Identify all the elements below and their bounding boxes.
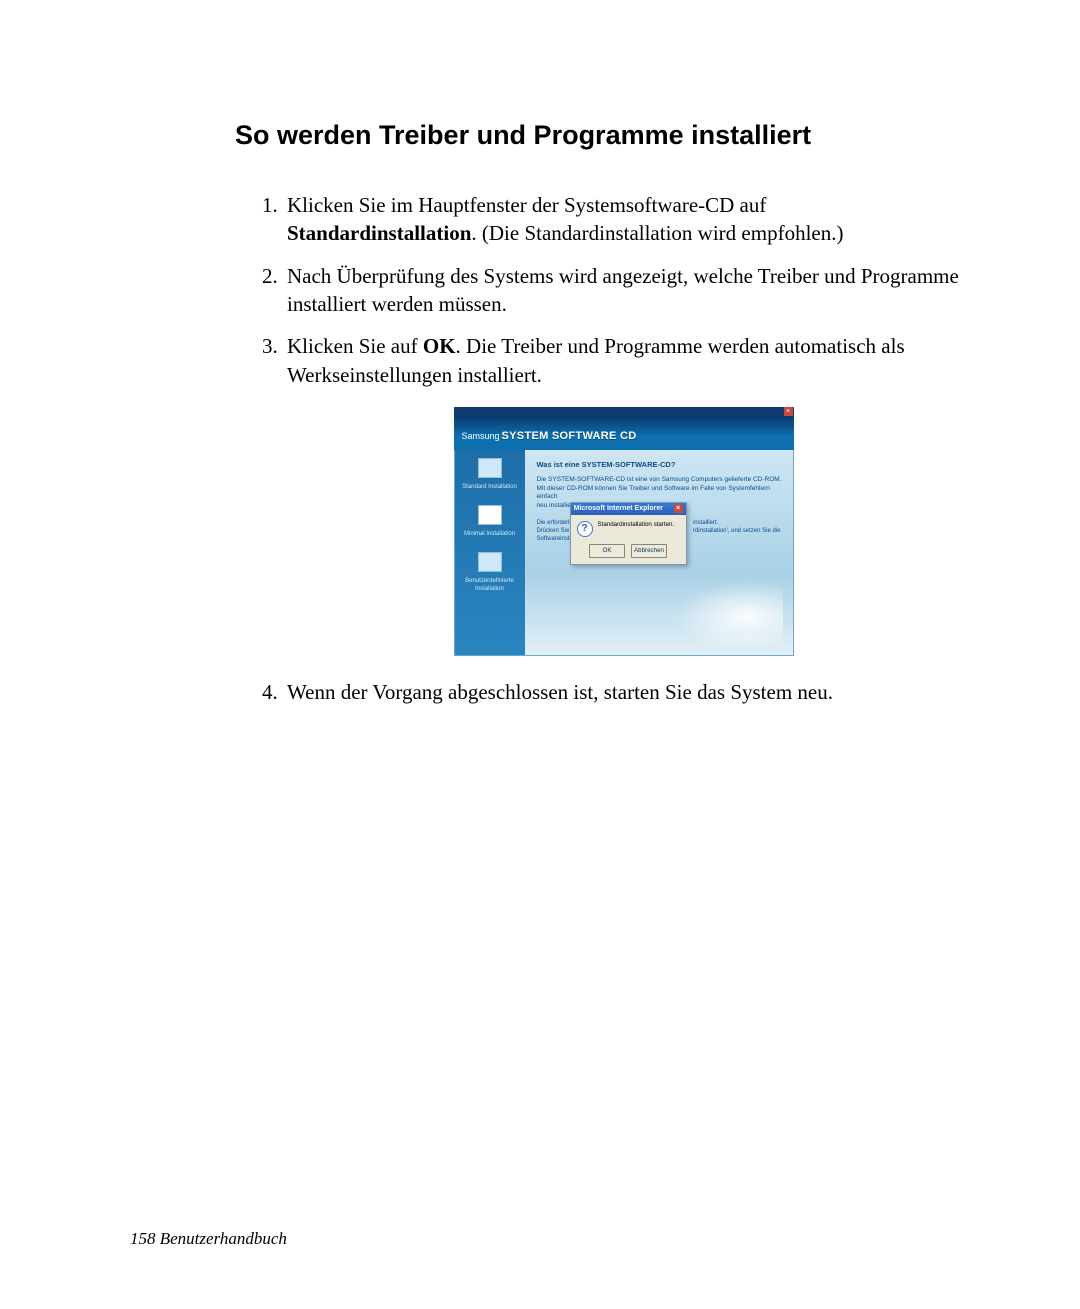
cancel-button[interactable]: Abbrechen xyxy=(631,544,667,558)
manual-page: So werden Treiber und Programme installi… xyxy=(0,0,1080,1309)
installer-body: Standard Installation Minimal Installati… xyxy=(454,450,794,656)
step-2: Nach Überprüfung des Systems wird angeze… xyxy=(283,262,960,319)
step-1-text-b: . (Die Standardinstallation wird empfohl… xyxy=(471,221,843,245)
sidebar-label-custom: Benutzerdefinierte Installation xyxy=(459,577,521,593)
brand-title: SYSTEM SOFTWARE CD xyxy=(502,429,637,444)
sidebar-item-standard[interactable]: Standard Installation xyxy=(459,458,521,491)
dialog-title-text: Microsoft Internet Explorer xyxy=(574,504,663,513)
dialog-close-icon[interactable]: × xyxy=(674,504,683,513)
step-3-text-a: Klicken Sie auf xyxy=(287,334,423,358)
main-desc-1: Die SYSTEM-SOFTWARE-CD ist eine von Sams… xyxy=(537,476,783,484)
embedded-screenshot: × Samsung SYSTEM SOFTWARE CD Standard In… xyxy=(287,407,960,656)
step-1-bold: Standardinstallation xyxy=(287,221,471,245)
step-1: Klicken Sie im Hauptfenster der Systemso… xyxy=(283,191,960,248)
step-4: Wenn der Vorgang abgeschlossen ist, star… xyxy=(283,678,960,706)
main-question: Was ist eine SYSTEM-SOFTWARE-CD? xyxy=(537,460,783,470)
installer-window: × Samsung SYSTEM SOFTWARE CD Standard In… xyxy=(454,407,794,656)
ok-button[interactable]: OK xyxy=(589,544,625,558)
minimal-install-icon xyxy=(478,505,502,525)
section-heading: So werden Treiber und Programme installi… xyxy=(235,120,960,151)
truncated-text-right: installiert. rdinstallation', und setzen… xyxy=(693,520,781,536)
right-cut-2: rdinstallation', und setzen Sie die xyxy=(693,528,781,536)
instruction-list: Klicken Sie im Hauptfenster der Systemso… xyxy=(235,191,960,706)
dialog-message: Standardinstallation starten. xyxy=(598,521,675,529)
dialog-button-row: OK Abbrechen xyxy=(571,541,686,564)
sidebar-item-custom[interactable]: Benutzerdefinierte Installation xyxy=(459,552,521,593)
confirm-dialog: Microsoft Internet Explorer × ? Standard… xyxy=(570,502,687,564)
right-cut-1: installiert. xyxy=(693,520,781,528)
brand-small: Samsung xyxy=(462,430,500,442)
question-icon: ? xyxy=(577,521,593,537)
step-1-text-a: Klicken Sie im Hauptfenster der Systemso… xyxy=(287,193,766,217)
step-3-bold: OK xyxy=(423,334,456,358)
installer-header: Samsung SYSTEM SOFTWARE CD xyxy=(454,416,794,450)
cd-reflection-icon xyxy=(663,575,783,645)
sidebar-label-minimal: Minimal Installation xyxy=(459,530,521,538)
close-icon[interactable]: × xyxy=(784,407,793,416)
installer-sidebar: Standard Installation Minimal Installati… xyxy=(455,450,525,655)
standard-install-icon xyxy=(478,458,502,478)
sidebar-label-standard: Standard Installation xyxy=(459,483,521,491)
brand-label: Samsung SYSTEM SOFTWARE CD xyxy=(462,429,637,444)
dialog-body: ? Standardinstallation starten. xyxy=(571,515,686,541)
main-desc-2: Mit dieser CD-ROM können Sie Treiber und… xyxy=(537,485,783,502)
window-titlebar: × xyxy=(454,407,794,416)
sidebar-item-minimal[interactable]: Minimal Installation xyxy=(459,505,521,538)
dialog-titlebar: Microsoft Internet Explorer × xyxy=(571,503,686,514)
page-footer: 158 Benutzerhandbuch xyxy=(130,1229,287,1249)
custom-install-icon xyxy=(478,552,502,572)
step-3: Klicken Sie auf OK. Die Treiber und Prog… xyxy=(283,332,960,656)
